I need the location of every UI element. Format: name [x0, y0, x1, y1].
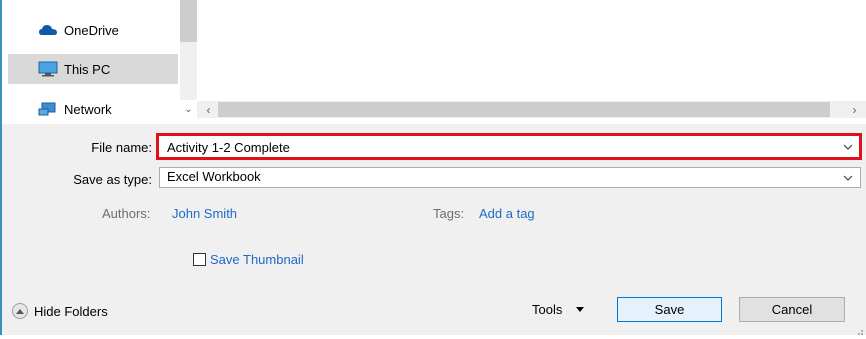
file-name-input[interactable] [163, 137, 841, 157]
chevron-up-icon [12, 303, 28, 319]
horizontal-scroll-thumb[interactable] [218, 102, 830, 117]
cancel-button[interactable]: Cancel [739, 297, 845, 322]
tags-label: Tags: [433, 206, 465, 221]
navigation-pane: OneDrive This PC Network [2, 0, 178, 124]
nav-item-label: Network [64, 101, 112, 117]
save-thumbnail-label[interactable]: Save Thumbnail [210, 252, 304, 267]
nav-vertical-scroll-thumb[interactable] [180, 0, 197, 42]
onedrive-cloud-icon [38, 21, 58, 39]
authors-label: Authors: [102, 206, 151, 221]
save-thumbnail-checkbox[interactable] [193, 253, 206, 266]
resize-grip-icon[interactable] [856, 325, 864, 335]
nav-item-this-pc[interactable]: This PC [8, 54, 178, 84]
save-as-type-label: Save as type: [73, 172, 152, 187]
nav-item-network[interactable]: Network [8, 94, 178, 124]
tools-dropdown[interactable]: Tools [532, 299, 585, 319]
file-name-label: File name: [91, 140, 152, 155]
chevron-down-icon[interactable] [838, 168, 858, 188]
scroll-left-icon[interactable]: ‹ [200, 101, 217, 118]
chevron-down-icon[interactable]: ⌄ [180, 101, 197, 118]
authors-value-link[interactable]: John Smith [172, 206, 237, 221]
computer-icon [38, 60, 58, 78]
caret-down-icon [576, 306, 585, 312]
network-icon [38, 100, 58, 118]
nav-item-label: This PC [64, 61, 111, 77]
save-as-type-value: Excel Workbook [167, 169, 261, 184]
save-as-type-select[interactable] [159, 167, 861, 188]
hide-folders-label: Hide Folders [34, 303, 108, 319]
save-button[interactable]: Save [617, 297, 722, 322]
tools-label: Tools [532, 301, 563, 317]
hide-folders-button[interactable]: Hide Folders [12, 303, 108, 319]
add-tag-link[interactable]: Add a tag [479, 206, 535, 221]
chevron-down-icon[interactable] [838, 137, 858, 157]
nav-item-label: OneDrive [64, 22, 119, 38]
scroll-right-icon[interactable]: › [846, 101, 863, 118]
nav-item-onedrive[interactable]: OneDrive [8, 15, 178, 45]
save-thumbnail-option[interactable]: Save Thumbnail [193, 252, 304, 267]
